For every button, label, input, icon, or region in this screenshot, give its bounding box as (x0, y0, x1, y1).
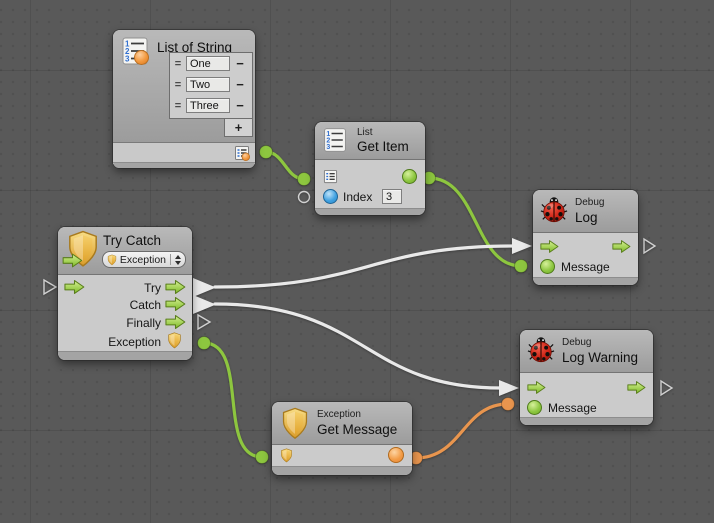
remove-item-button[interactable]: − (230, 96, 250, 116)
node-get-message[interactable]: Exception Get Message (272, 402, 412, 475)
flow-output-port[interactable] (612, 239, 631, 254)
list-item-field[interactable]: Three (186, 98, 230, 113)
node-bottom-strip (520, 417, 653, 425)
list-editor: = One − = Two − = Three − (169, 52, 253, 119)
node-header: Debug Log (533, 190, 638, 233)
list-input-port-icon[interactable] (323, 169, 338, 184)
list-item-field[interactable]: Two (186, 77, 230, 92)
flow-arrowhead-logwarning-input[interactable] (499, 380, 519, 396)
message-input-port[interactable] (527, 400, 542, 415)
wire-try-to-log[interactable] (215, 246, 514, 287)
node-title: Get Message (317, 422, 397, 437)
node-header: Debug Log Warning (520, 330, 653, 373)
message-output-port[interactable] (388, 447, 404, 463)
node-title: Log (575, 210, 598, 225)
node-bottom-strip (113, 162, 255, 168)
list-item-field[interactable]: One (186, 56, 230, 71)
shield-icon (280, 407, 310, 440)
index-value-field[interactable]: 3 (382, 189, 402, 204)
node-header: Exception Get Message (272, 402, 412, 445)
flow-output-port[interactable] (627, 380, 646, 395)
dropdown-arrows-icon (175, 255, 181, 265)
ladybug-icon (540, 196, 568, 224)
unconnected-flow-output-finally[interactable] (198, 315, 210, 329)
shield-flow-icon (62, 230, 102, 270)
node-title: Try Catch (103, 233, 161, 248)
list-item-row: = Two − (170, 74, 252, 95)
wire-endpoint[interactable] (260, 146, 273, 159)
flow-source-triangle-try[interactable] (193, 278, 216, 297)
drag-handle-icon[interactable]: = (170, 58, 186, 70)
finally-output-port[interactable] (165, 314, 186, 330)
node-debug-log-warning[interactable]: Debug Log Warning Message (520, 330, 653, 425)
wire-getitem-to-log-message[interactable] (429, 178, 521, 266)
exception-label: Exception (108, 335, 161, 349)
remove-item-button[interactable]: − (230, 75, 250, 95)
node-header: Try Catch Exception (58, 227, 192, 275)
node-get-item[interactable]: List Get Item Index 3 (315, 122, 425, 215)
finally-label: Finally (126, 316, 161, 330)
index-label: Index (343, 190, 372, 204)
catch-output-port[interactable] (165, 296, 186, 312)
wire-endpoint[interactable] (502, 398, 515, 411)
node-try-catch[interactable]: Try Catch Exception Try Catch Finally (58, 227, 192, 360)
flow-arrowhead-log-input[interactable] (512, 238, 532, 254)
catch-label: Catch (130, 298, 161, 312)
node-category: Debug (562, 337, 591, 348)
result-output-port[interactable] (402, 169, 417, 184)
node-title: Get Item (357, 139, 409, 154)
unconnected-flow-output-logwarning[interactable] (661, 381, 672, 395)
unconnected-flow-input-trycatch[interactable] (44, 280, 56, 294)
list-item-row: = One − (170, 53, 252, 74)
drag-handle-icon[interactable]: = (170, 79, 186, 91)
unconnected-flow-output-log[interactable] (644, 239, 655, 253)
list-output-port-icon[interactable] (234, 145, 250, 161)
wire-endpoint[interactable] (515, 260, 528, 273)
node-category: Exception (317, 409, 361, 420)
list-icon (120, 36, 150, 66)
exception-type-dropdown[interactable]: Exception (102, 251, 186, 268)
wire-exception-to-getmessage[interactable] (204, 343, 262, 457)
wire-endpoint[interactable] (198, 337, 211, 350)
wire-catch-to-logwarning[interactable] (215, 304, 501, 388)
node-header: List Get Item (315, 122, 425, 160)
message-input-port[interactable] (540, 259, 555, 274)
node-header: List of String = One − = Two − = Three − (113, 30, 255, 143)
remove-item-button[interactable]: − (230, 54, 250, 74)
unconnected-value-input-index[interactable] (299, 192, 310, 203)
wire-endpoint[interactable] (298, 173, 311, 186)
node-bottom-strip (58, 351, 192, 360)
list-icon (322, 127, 348, 153)
try-label: Try (144, 281, 161, 295)
flow-input-port[interactable] (527, 380, 546, 395)
drag-handle-icon[interactable]: = (170, 100, 186, 112)
index-input-port[interactable] (323, 189, 338, 204)
wire-getmessage-to-warning-message[interactable] (416, 404, 508, 458)
shield-icon (107, 254, 117, 266)
node-category: Debug (575, 197, 604, 208)
graph-canvas[interactable]: List of String = One − = Two − = Three − (0, 0, 714, 523)
dropdown-selected-value: Exception (120, 254, 166, 266)
message-label: Message (561, 260, 610, 274)
ladybug-icon (527, 336, 555, 364)
try-output-port[interactable] (165, 279, 186, 295)
wire-endpoint[interactable] (256, 451, 269, 464)
node-bottom-strip (533, 277, 638, 285)
flow-input-port[interactable] (64, 279, 85, 295)
message-label: Message (548, 401, 597, 415)
node-title: Log Warning (562, 350, 638, 365)
node-debug-log[interactable]: Debug Log Message (533, 190, 638, 285)
node-list-of-string[interactable]: List of String = One − = Two − = Three − (113, 30, 255, 168)
output-port-row (113, 142, 255, 164)
dropdown-separator (170, 254, 171, 265)
node-bottom-strip (315, 208, 425, 215)
flow-input-port[interactable] (540, 239, 559, 254)
node-category: List (357, 127, 373, 138)
node-bottom-strip (272, 466, 412, 475)
exception-output-port[interactable] (167, 332, 182, 349)
exception-input-port[interactable] (280, 448, 293, 463)
flow-source-triangle-catch[interactable] (193, 295, 216, 314)
add-item-button[interactable]: + (224, 118, 253, 137)
list-item-row: = Three − (170, 95, 252, 116)
